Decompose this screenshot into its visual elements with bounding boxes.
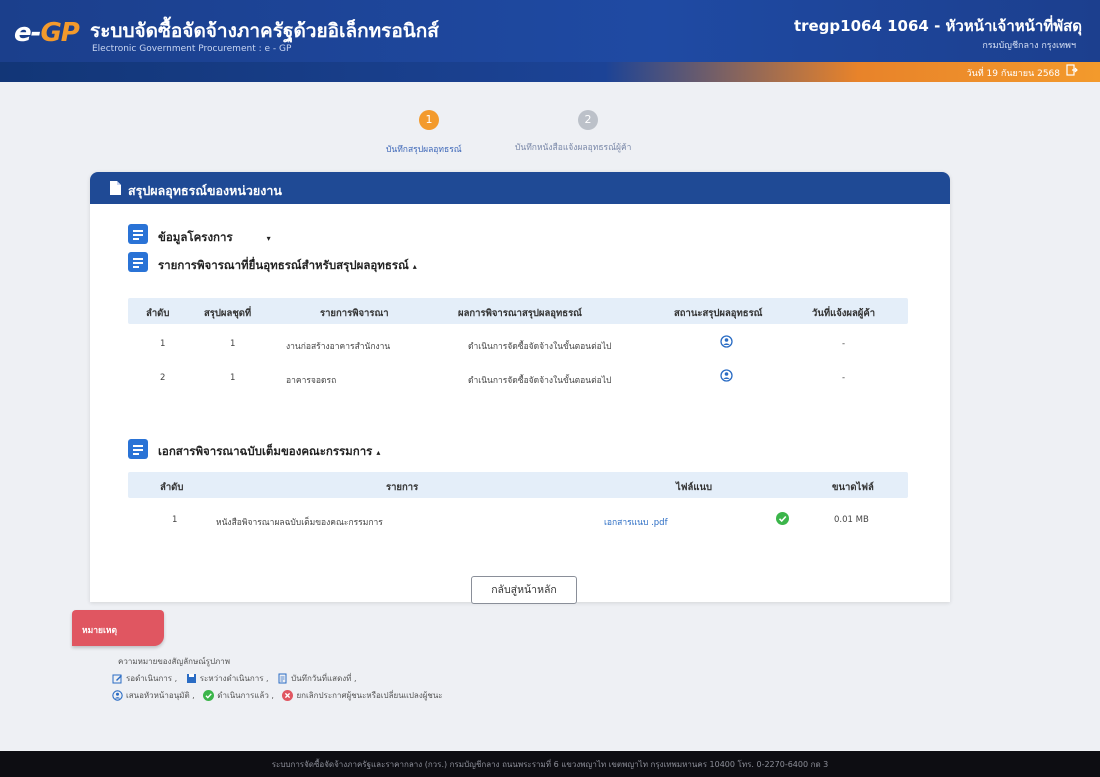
- project-section-title[interactable]: ข้อมูลโครงการ ▾: [158, 229, 271, 247]
- row-order: 1: [160, 339, 166, 349]
- row-summary-set: 1: [230, 339, 236, 349]
- docs-section-title[interactable]: เอกสารพิจารณาฉบับเต็มของคณะกรรมการ ▴: [158, 443, 380, 461]
- legend-heading: ความหมายของสัญลักษณ์รูปภาพ: [118, 657, 231, 666]
- panel-title: สรุปผลอุทธรณ์ของหน่วยงาน: [128, 183, 282, 198]
- footer-text: ระบบการจัดซื้อจัดจ้างภาครัฐและราคากลาง (…: [271, 760, 829, 769]
- check-icon: [203, 690, 215, 701]
- user-name: tregp1064 1064 - หัวหน้าเจ้าหน้าที่พัสดุ: [793, 17, 1082, 35]
- col-file-size: ขนาดไฟล์: [832, 482, 874, 493]
- row-result: ดำเนินการจัดซื้อจัดจ้างในขั้นตอนต่อไป: [468, 342, 612, 352]
- legend-row-2: เสนอหัวหน้าอนุมัติ , ดำเนินการแล้ว , ยกเ…: [112, 689, 449, 702]
- row-summary-set: 1: [230, 373, 236, 383]
- row-item: อาคารจอดรถ: [286, 376, 337, 386]
- col-order: ลำดับ: [146, 308, 170, 319]
- project-section-icon: [128, 224, 148, 244]
- top-header: e-GP ระบบจัดซื้อจัดจ้างภาครัฐด้วยอิเล็กท…: [0, 0, 1100, 82]
- docs-section-icon: [128, 439, 148, 459]
- egp-logo[interactable]: e-GP: [14, 18, 80, 48]
- completed-check-icon: [776, 512, 789, 525]
- attachment-link[interactable]: เอกสารแนบ .pdf: [604, 515, 668, 529]
- row-order: 2: [160, 373, 166, 383]
- row-doc-item: หนังสือพิจารณาผลฉบับเต็มของคณะกรรมการ: [216, 518, 383, 528]
- col-doc-order: ลำดับ: [160, 482, 184, 493]
- row-doc-order: 1: [172, 515, 178, 525]
- current-date: วันที่ 19 กันยายน 2568: [966, 69, 1060, 79]
- legend-item: ระหว่างดำเนินการ ,: [186, 672, 269, 685]
- app-subtitle: Electronic Government Procurement : e - …: [92, 44, 292, 54]
- col-result: ผลการพิจารณาสรุปผลอุทธรณ์: [458, 308, 582, 319]
- logo-gp: GP: [40, 18, 79, 48]
- pending-approval-icon[interactable]: [720, 369, 733, 382]
- docs-table-header: [128, 472, 908, 498]
- remarks-tab: หมายเหตุ: [72, 610, 164, 646]
- cancel-icon: [282, 690, 294, 701]
- legend-item: ยกเลิกประกาศผู้ชนะหรือเปลี่ยนแปลงผู้ชนะ: [282, 689, 443, 702]
- step-1-circle: 1: [419, 110, 439, 130]
- legend-item: เสนอหัวหน้าอนุมัติ ,: [112, 689, 195, 702]
- legend-row-1: รอดำเนินการ , ระหว่างดำเนินการ , บันทึกว…: [112, 672, 363, 685]
- remarks-tab-label: หมายเหตุ: [82, 626, 117, 636]
- items-section-title[interactable]: รายการพิจารณาที่ยื่นอุทธรณ์สำหรับสรุปผลอ…: [158, 257, 417, 275]
- page-footer: ระบบการจัดซื้อจัดจ้างภาครัฐและราคากลาง (…: [0, 751, 1100, 777]
- col-doc-item: รายการ: [386, 482, 419, 493]
- col-summary-set: สรุปผลชุดที่: [204, 308, 252, 319]
- legend-item: รอดำเนินการ ,: [112, 672, 177, 685]
- legend-item: ดำเนินการแล้ว ,: [203, 689, 274, 702]
- col-status: สถานะสรุปผลอุทธรณ์: [674, 308, 763, 319]
- row-notify-date: -: [842, 373, 846, 383]
- save-icon: [186, 674, 196, 683]
- edit-icon: [112, 674, 122, 684]
- user-org: กรมบัญชีกลาง กรุงเทพฯ: [982, 41, 1076, 51]
- col-notify-date: วันที่แจ้งผลผู้ค้า: [812, 308, 876, 319]
- step-1-label: บันทึกสรุปผลอุทธรณ์: [386, 145, 462, 155]
- logout-icon[interactable]: [1066, 64, 1078, 76]
- pending-approval-icon[interactable]: [720, 335, 733, 348]
- step-2-label: บันทึกหนังสือแจ้งผลอุทธรณ์ผู้ค้า: [515, 143, 632, 153]
- logo-e: e-: [14, 18, 41, 48]
- row-file-size: 0.01 MB: [834, 515, 869, 525]
- row-notify-date: -: [842, 339, 846, 349]
- panel-header: สรุปผลอุทธรณ์ของหน่วยงาน: [90, 172, 950, 204]
- progress-stepper: 1 2 บันทึกสรุปผลอุทธรณ์ บันทึกหนังสือแจ้…: [380, 110, 680, 160]
- items-section-icon: [128, 252, 148, 272]
- col-item: รายการพิจารณา: [320, 308, 389, 319]
- app-title: ระบบจัดซื้อจัดจ้างภาครัฐด้วยอิเล็กทรอนิก…: [90, 20, 439, 42]
- step-2-circle: 2: [578, 110, 598, 130]
- row-result: ดำเนินการจัดซื้อจัดจ้างในขั้นตอนต่อไป: [468, 376, 612, 386]
- legend-item: บันทึกวันที่แสดงที่ ,: [277, 672, 357, 685]
- back-to-home-button[interactable]: กลับสู่หน้าหลัก: [471, 576, 577, 604]
- calendar-doc-icon: [278, 673, 287, 684]
- header-strip: [0, 62, 1100, 82]
- appeal-summary-panel: สรุปผลอุทธรณ์ของหน่วยงาน ข้อมูลโครงการ ▾…: [90, 172, 950, 602]
- col-attachment: ไฟล์แนบ: [676, 482, 712, 493]
- row-item: งานก่อสร้างอาคารสำนักงาน: [286, 342, 391, 352]
- approve-icon: [112, 690, 123, 701]
- document-icon: [110, 181, 121, 195]
